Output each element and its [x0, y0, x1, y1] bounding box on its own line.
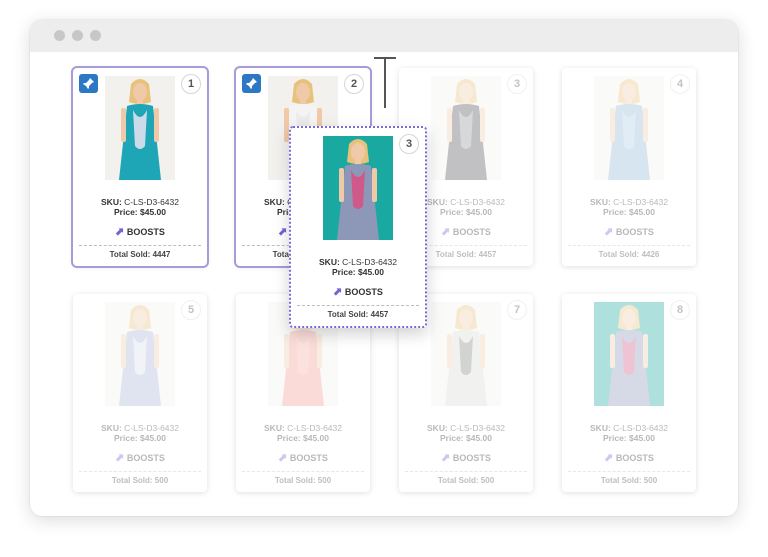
sku-value: C-LS-D3-6432: [124, 423, 179, 433]
product-photo: [105, 76, 175, 180]
boosts-label: BOOSTS: [615, 227, 654, 237]
price-text: Price: $45.00: [603, 207, 655, 217]
pin-icon[interactable]: [79, 74, 98, 93]
product-photo: [431, 76, 501, 180]
rank-badge: 8: [670, 300, 690, 320]
rank-badge: 2: [344, 74, 364, 94]
sku-line: SKU: C-LS-D3-6432: [562, 197, 696, 207]
product-card[interactable]: 4 SKU: C-LS-D3-6432 Price: $45.00 ⬈ BOOS…: [562, 68, 696, 266]
total-sold-text: Total Sold: 4447: [79, 245, 201, 259]
total-sold-text: Total Sold: 500: [405, 471, 527, 485]
price-text: Price: $45.00: [114, 433, 166, 443]
sku-label: SKU:: [101, 197, 122, 207]
total-sold-text: Total Sold: 4457: [297, 305, 419, 319]
sku-label: SKU:: [101, 423, 122, 433]
sku-line: SKU: C-LS-D3-6432: [562, 423, 696, 433]
sku-value: C-LS-D3-6432: [613, 423, 668, 433]
total-sold-text: Total Sold: 500: [568, 471, 690, 485]
total-sold-text: Total Sold: 500: [242, 471, 364, 485]
rank-badge: 1: [181, 74, 201, 94]
sku-value: C-LS-D3-6432: [287, 423, 342, 433]
sku-value: C-LS-D3-6432: [342, 257, 397, 267]
window-maximize-dot[interactable]: [90, 30, 101, 41]
sku-label: SKU:: [427, 423, 448, 433]
rank-badge: 7: [507, 300, 527, 320]
drop-insertion-marker: [384, 58, 386, 108]
boost-arrow-icon: ⬈: [278, 452, 288, 464]
boosts-button[interactable]: ⬈ BOOSTS: [236, 451, 370, 464]
sku-line: SKU: C-LS-D3-6432: [236, 423, 370, 433]
boost-arrow-icon: ⬈: [441, 452, 451, 464]
product-card[interactable]: 8 SKU: C-LS-D3-6432 Price: $45.00 ⬈ BOOS…: [562, 294, 696, 492]
product-photo: [105, 302, 175, 406]
sku-value: C-LS-D3-6432: [450, 423, 505, 433]
boosts-button[interactable]: ⬈ BOOSTS: [291, 285, 425, 298]
rank-badge: 3: [507, 74, 527, 94]
boosts-label: BOOSTS: [452, 227, 491, 237]
price-text: Price: $45.00: [277, 433, 329, 443]
product-photo: [594, 302, 664, 406]
window-minimize-dot[interactable]: [72, 30, 83, 41]
rank-badge: 3: [399, 134, 419, 154]
sku-label: SKU:: [264, 423, 285, 433]
boosts-label: BOOSTS: [615, 453, 654, 463]
price-text: Price: $45.00: [114, 207, 166, 217]
pin-icon[interactable]: [242, 74, 261, 93]
rank-badge: 5: [181, 300, 201, 320]
product-photo: [594, 76, 664, 180]
boost-arrow-icon: ⬈: [604, 226, 614, 238]
sku-value: C-LS-D3-6432: [613, 197, 668, 207]
sku-line: SKU: C-LS-D3-6432: [73, 197, 207, 207]
boosts-button[interactable]: ⬈ BOOSTS: [562, 225, 696, 238]
total-sold-text: Total Sold: 500: [79, 471, 201, 485]
sku-line: SKU: C-LS-D3-6432: [399, 423, 533, 433]
boosts-button[interactable]: ⬈ BOOSTS: [73, 225, 207, 238]
boost-arrow-icon: ⬈: [604, 452, 614, 464]
boosts-button[interactable]: ⬈ BOOSTS: [399, 451, 533, 464]
window-titlebar: [30, 20, 738, 52]
boosts-label: BOOSTS: [452, 453, 491, 463]
sku-line: SKU: C-LS-D3-6432: [73, 423, 207, 433]
product-photo: [431, 302, 501, 406]
boosts-label: BOOSTS: [126, 227, 165, 237]
sku-value: C-LS-D3-6432: [450, 197, 505, 207]
sku-label: SKU:: [264, 197, 285, 207]
boost-arrow-icon: ⬈: [115, 226, 125, 238]
price-text: Price: $45.00: [332, 267, 384, 277]
boosts-button[interactable]: ⬈ BOOSTS: [562, 451, 696, 464]
boost-arrow-icon: ⬈: [278, 226, 288, 238]
price-text: Price: $45.00: [440, 433, 492, 443]
sku-label: SKU:: [427, 197, 448, 207]
total-sold-text: Total Sold: 4426: [568, 245, 690, 259]
sku-label: SKU:: [590, 423, 611, 433]
rank-badge: 4: [670, 74, 690, 94]
boosts-label: BOOSTS: [126, 453, 165, 463]
price-text: Price: $45.00: [603, 433, 655, 443]
boosts-label: BOOSTS: [289, 453, 328, 463]
sku-line: SKU: C-LS-D3-6432: [291, 257, 425, 267]
boosts-label: BOOSTS: [344, 287, 383, 297]
sku-label: SKU:: [590, 197, 611, 207]
product-photo: [323, 136, 393, 240]
boost-arrow-icon: ⬈: [441, 226, 451, 238]
sku-value: C-LS-D3-6432: [124, 197, 179, 207]
sku-label: SKU:: [319, 257, 340, 267]
boost-arrow-icon: ⬈: [333, 286, 343, 298]
product-card[interactable]: 5 SKU: C-LS-D3-6432 Price: $45.00 ⬈ BOOS…: [73, 294, 207, 492]
boost-arrow-icon: ⬈: [115, 452, 125, 464]
product-card[interactable]: 1 SKU: C-LS-D3-6432 Price: $45.00 ⬈ BOOS…: [71, 66, 209, 268]
window-close-dot[interactable]: [54, 30, 65, 41]
dragged-product-card[interactable]: 3 SKU: C-LS-D3-6432 Price: $45.00 ⬈ BOOS…: [289, 126, 427, 328]
boosts-button[interactable]: ⬈ BOOSTS: [73, 451, 207, 464]
